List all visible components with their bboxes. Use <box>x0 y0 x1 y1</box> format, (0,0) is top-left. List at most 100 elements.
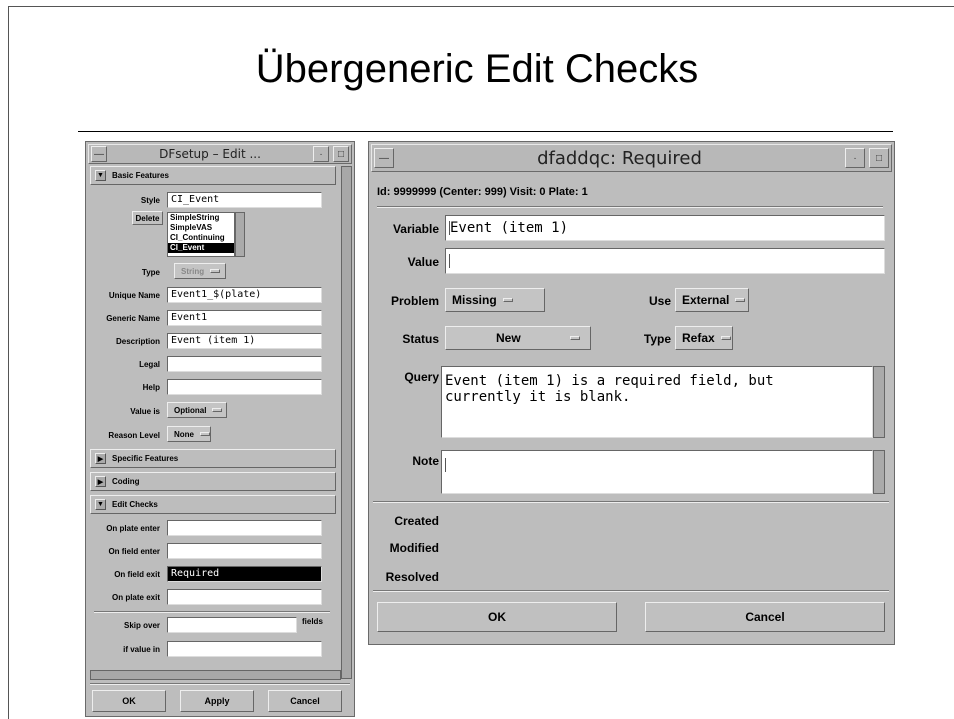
style-input[interactable]: CI_Event <box>167 192 322 208</box>
dfaddqc-window: — dfaddqc: Required · □ Id: 9999999 (Cen… <box>368 141 895 645</box>
type-dropdown[interactable]: Refax <box>675 326 733 350</box>
window-title: dfaddqc: Required <box>537 147 702 169</box>
collapse-arrow-icon[interactable]: ▼ <box>95 170 106 181</box>
generic-name-input[interactable]: Event1 <box>167 310 322 326</box>
separator <box>94 611 330 613</box>
query-scrollbar[interactable] <box>873 366 885 438</box>
unique-name-label: Unique Name <box>108 291 160 300</box>
style-list-scrollbar[interactable] <box>235 212 245 257</box>
style-option-selected[interactable]: CI_Event <box>168 243 234 253</box>
window-titlebar[interactable]: — dfaddqc: Required · □ <box>371 144 892 172</box>
section-label: Edit Checks <box>112 500 158 509</box>
on-field-exit-label: On field exit <box>114 570 160 579</box>
cancel-button[interactable]: Cancel <box>645 602 885 632</box>
use-dropdown[interactable]: External <box>675 288 749 312</box>
dfsetup-edit-window: — DFsetup – Edit ... · □ ▼ Basic Feature… <box>85 141 355 717</box>
created-label: Created <box>394 514 439 528</box>
style-option[interactable]: CI_Continuing <box>168 233 234 243</box>
modified-label: Modified <box>389 541 439 555</box>
on-field-enter-input[interactable] <box>167 543 322 559</box>
query-line: Event (item 1) is a required field, but <box>445 373 774 389</box>
status-label: Status <box>402 332 439 346</box>
separator <box>373 590 889 592</box>
if-value-in-input[interactable] <box>167 641 322 657</box>
section-coding[interactable]: ▶ Coding <box>90 472 336 491</box>
section-basic-features[interactable]: ▼ Basic Features <box>90 166 336 185</box>
if-value-in-label: if value in <box>123 645 160 654</box>
ok-button[interactable]: OK <box>377 602 617 632</box>
separator <box>90 683 350 685</box>
help-input[interactable] <box>167 379 322 395</box>
style-options-list[interactable]: SimpleString SimpleVAS CI_Continuing CI_… <box>167 212 235 257</box>
maximize-icon[interactable]: □ <box>333 146 349 162</box>
query-label: Query <box>404 370 439 384</box>
fields-label: fields <box>302 617 323 626</box>
description-input[interactable]: Event (item 1) <box>167 333 322 349</box>
legal-input[interactable] <box>167 356 322 372</box>
skip-over-input[interactable] <box>167 617 297 633</box>
minimize-icon[interactable]: · <box>845 148 865 168</box>
expand-arrow-icon[interactable]: ▶ <box>95 476 106 487</box>
window-title: DFsetup – Edit ... <box>159 147 261 161</box>
form-horizontal-scrollbar[interactable] <box>90 670 341 680</box>
expand-arrow-icon[interactable]: ▶ <box>95 453 106 464</box>
dropdown-indicator-icon <box>212 408 223 412</box>
note-textarea[interactable] <box>441 450 873 494</box>
section-label: Coding <box>112 477 140 486</box>
window-titlebar[interactable]: — DFsetup – Edit ... · □ <box>88 144 352 164</box>
edit-form: ▼ Basic Features Style CI_Event Delete S… <box>88 166 340 682</box>
problem-dropdown[interactable]: Missing <box>445 288 545 312</box>
note-scrollbar[interactable] <box>873 450 885 494</box>
on-plate-exit-label: On plate exit <box>111 593 160 602</box>
value-is-value: Optional <box>174 405 207 415</box>
value-is-label: Value is <box>130 407 160 416</box>
delete-button[interactable]: Delete <box>132 211 163 225</box>
separator <box>373 501 889 503</box>
value-is-dropdown[interactable]: Optional <box>167 402 227 418</box>
type-label: Type <box>643 332 671 346</box>
problem-label: Problem <box>390 294 439 308</box>
dropdown-indicator-icon <box>570 336 580 340</box>
on-field-enter-label: On field enter <box>108 547 160 556</box>
type-value: String <box>181 266 205 276</box>
section-label: Specific Features <box>112 454 179 463</box>
variable-label: Variable <box>392 222 439 236</box>
ok-button[interactable]: OK <box>92 690 166 712</box>
help-label: Help <box>142 383 160 392</box>
status-dropdown[interactable]: New <box>445 326 591 350</box>
variable-input[interactable]: Event (item 1) <box>445 215 885 241</box>
variable-value: Event (item 1) <box>450 220 569 236</box>
text-cursor <box>449 254 450 268</box>
legal-label: Legal <box>139 360 160 369</box>
section-specific-features[interactable]: ▶ Specific Features <box>90 449 336 468</box>
minimize-icon[interactable]: · <box>313 146 329 162</box>
on-field-exit-input[interactable]: Required <box>167 566 322 582</box>
record-info: Id: 9999999 (Center: 999) Visit: 0 Plate… <box>377 186 588 198</box>
type-dropdown[interactable]: String <box>174 263 226 279</box>
maximize-icon[interactable]: □ <box>869 148 889 168</box>
apply-button[interactable]: Apply <box>180 690 254 712</box>
on-plate-enter-label: On plate enter <box>106 524 160 533</box>
window-menu-icon[interactable]: — <box>91 146 107 162</box>
unique-name-input[interactable]: Event1_$(plate) <box>167 287 322 303</box>
description-label: Description <box>115 337 160 346</box>
on-plate-exit-input[interactable] <box>167 589 322 605</box>
text-cursor <box>445 458 446 472</box>
window-menu-icon[interactable]: — <box>374 148 394 168</box>
value-label: Value <box>407 255 439 269</box>
slide-border <box>8 6 954 7</box>
dropdown-indicator-icon <box>210 269 221 273</box>
value-input[interactable] <box>445 248 885 274</box>
reason-level-dropdown[interactable]: None <box>167 426 211 442</box>
style-option[interactable]: SimpleVAS <box>168 223 234 233</box>
on-plate-enter-input[interactable] <box>167 520 322 536</box>
dropdown-indicator-icon <box>735 298 746 302</box>
section-edit-checks[interactable]: ▼ Edit Checks <box>90 495 336 514</box>
query-textarea[interactable]: Event (item 1) is a required field, but … <box>441 366 873 438</box>
cancel-button[interactable]: Cancel <box>268 690 342 712</box>
form-vertical-scrollbar[interactable] <box>341 166 352 679</box>
reason-level-label: Reason Level <box>108 431 160 440</box>
title-rule <box>78 131 893 132</box>
collapse-arrow-icon[interactable]: ▼ <box>95 499 106 510</box>
style-option[interactable]: SimpleString <box>168 213 234 223</box>
